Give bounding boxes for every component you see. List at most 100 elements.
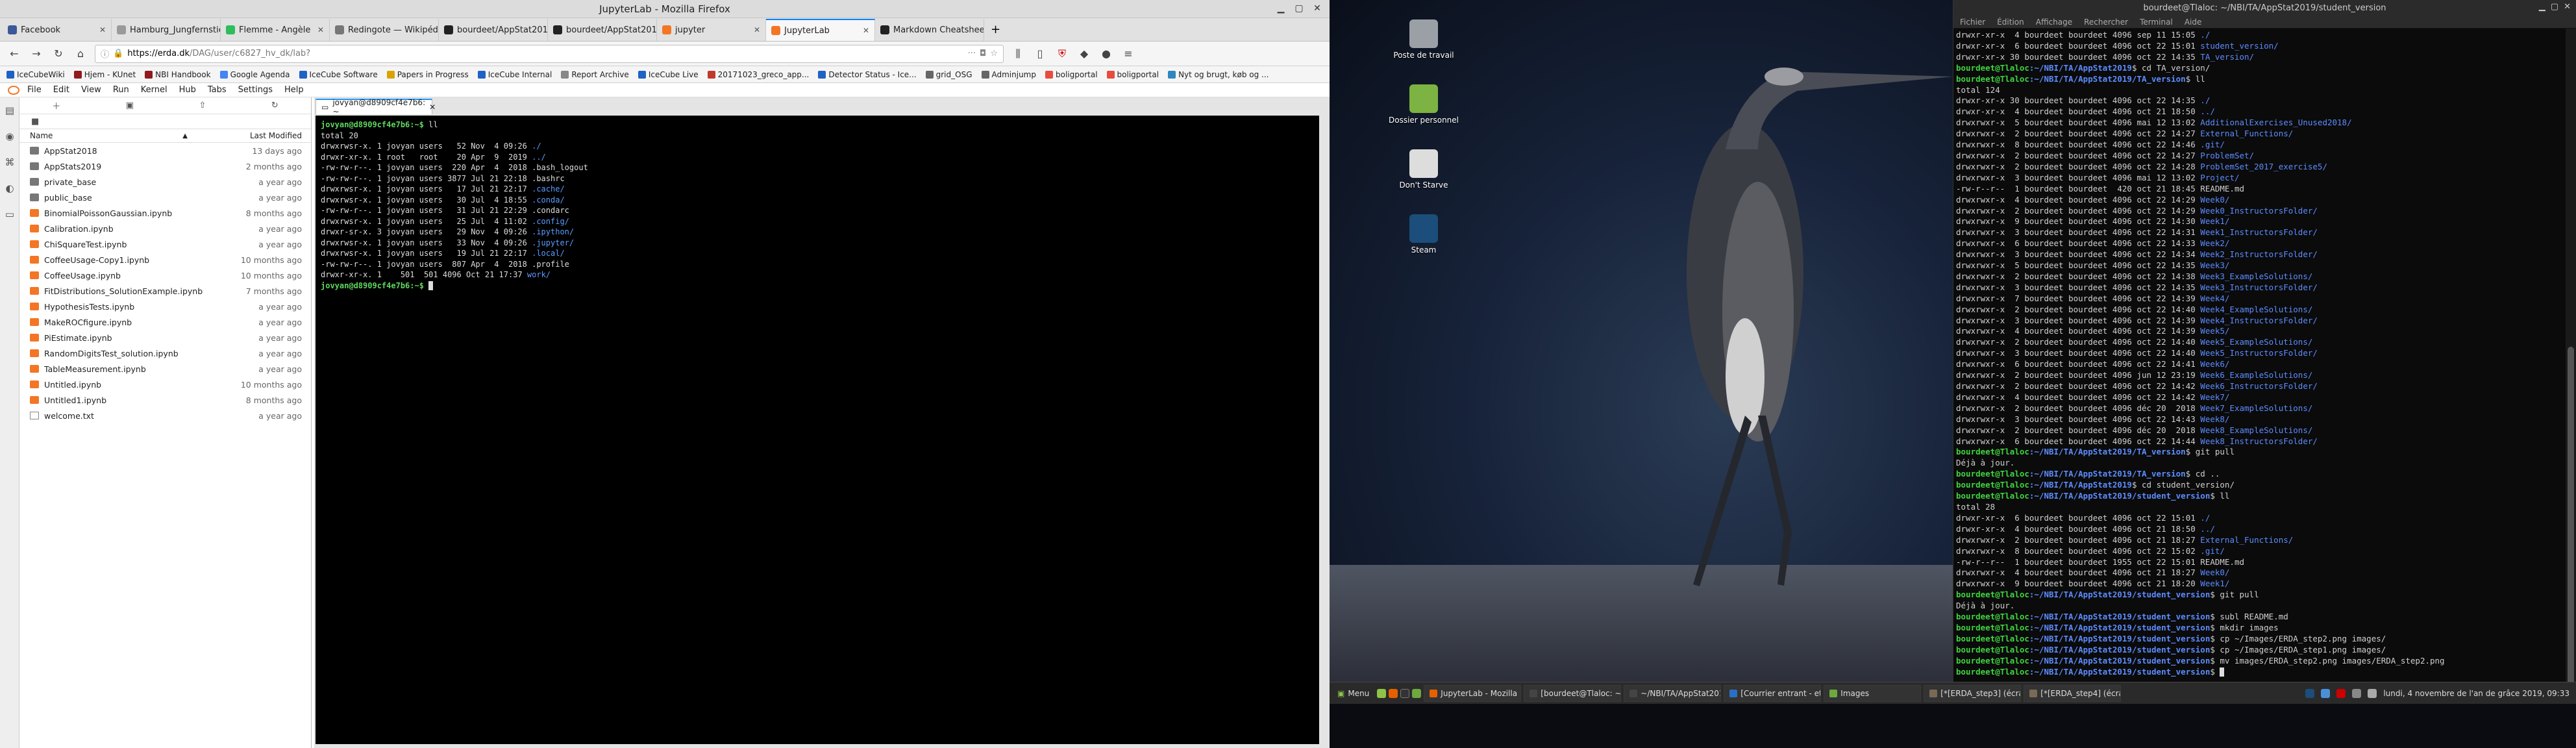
taskbar-window-button[interactable]: Images	[1824, 684, 1922, 702]
bookmark-item[interactable]: Adminjump	[981, 70, 1036, 79]
folder-icon[interactable]: ▤	[0, 97, 19, 123]
menu-item-run[interactable]: Run	[113, 85, 129, 95]
palette-icon[interactable]: ◐	[0, 175, 19, 201]
close-icon[interactable]: ✕	[2564, 2, 2571, 12]
reload-icon[interactable]: ↻	[51, 46, 66, 62]
file-row[interactable]: FitDistributions_SolutionExample.ipynb 7 …	[19, 283, 311, 299]
files-launcher-icon[interactable]	[1412, 688, 1422, 698]
bookmark-item[interactable]: Hjem - KUnet	[73, 70, 136, 79]
file-row[interactable]: HypothesisTests.ipynb a year ago	[19, 299, 311, 314]
home-icon[interactable]: ⌂	[73, 46, 88, 62]
file-row[interactable]: RandomDigitsTest_solution.ipynb a year ag…	[19, 345, 311, 361]
browser-tab[interactable]: bourdeet/AppStat2019: Repo...✕	[548, 19, 657, 41]
file-row[interactable]: private_base a year ago	[19, 174, 311, 190]
page-actions-icon[interactable]: ···	[968, 49, 976, 58]
new-launcher-icon[interactable]: ＋	[52, 99, 60, 112]
browser-tab[interactable]: Markdown Cheatsheet · ada...✕	[875, 19, 984, 41]
start-menu-button[interactable]: ▣ Menu	[1332, 685, 1374, 702]
maximize-icon[interactable]: ▢	[1293, 3, 1305, 14]
terminal-scrollbar[interactable]	[2566, 29, 2576, 697]
tab-close-icon[interactable]: ✕	[863, 26, 869, 35]
tab-close-icon[interactable]: ✕	[99, 25, 106, 34]
bookmark-star-icon[interactable]: ☆	[990, 49, 998, 58]
bookmark-item[interactable]: Papers in Progress	[386, 70, 469, 79]
terminal-output[interactable]: drwxr-xr-x 4 bourdeet bourdeet 4096 sep …	[1953, 29, 2566, 686]
bookmark-item[interactable]: IceCube Internal	[477, 70, 552, 79]
desktop-icon[interactable]: Dossier personnel	[1388, 84, 1459, 125]
shield-icon[interactable]: ⛨	[1054, 46, 1070, 62]
refresh-icon[interactable]: ↻	[271, 101, 279, 110]
scrollbar-thumb[interactable]	[2568, 347, 2574, 697]
file-row[interactable]: PiEstimate.ipynb a year ago	[19, 330, 311, 345]
desktop-icon[interactable]: Steam	[1388, 214, 1459, 255]
file-row[interactable]: CoffeeUsage-Copy1.ipynb 10 months ago	[19, 252, 311, 268]
file-row[interactable]: AppStat2018 13 days ago	[19, 143, 311, 158]
taskbar-window-button[interactable]: [*[ERDA_step4] (écra...	[2024, 684, 2122, 702]
file-row[interactable]: ChiSquareTest.ipynb a year ago	[19, 236, 311, 252]
file-row[interactable]: MakeROCfigure.ipynb a year ago	[19, 314, 311, 330]
minimize-icon[interactable]: ▁	[2539, 2, 2545, 12]
file-row[interactable]: Untitled.ipynb 10 months ago	[19, 377, 311, 392]
file-row[interactable]: CoffeeUsage.ipynb 10 months ago	[19, 268, 311, 283]
dropbox-tray-icon[interactable]	[2321, 688, 2331, 698]
bookmark-item[interactable]: boligportal	[1045, 70, 1098, 79]
forward-icon[interactable]: →	[29, 46, 44, 62]
file-row[interactable]: AppStats2019 2 months ago	[19, 158, 311, 174]
browser-tab[interactable]: Redingote — Wikipédia✕	[330, 19, 439, 41]
bookmark-item[interactable]: Detector Status - Ice...	[818, 70, 917, 79]
bookmark-item[interactable]: IceCube Software	[299, 70, 378, 79]
menu-item-settings[interactable]: Settings	[238, 85, 273, 95]
bookmark-item[interactable]: NBI Handbook	[145, 70, 211, 79]
menu-item-hub[interactable]: Hub	[179, 85, 196, 95]
tab-close-icon[interactable]: ✕	[754, 25, 760, 34]
terminal-tab[interactable]: ▭ jovyan@d8909cf4e7b6: ~ ✕	[316, 98, 436, 116]
sort-caret-icon[interactable]: ▲	[182, 132, 188, 140]
library-icon[interactable]: ⫼	[1010, 46, 1026, 62]
close-tab-icon[interactable]: ✕	[429, 103, 436, 112]
taskbar-window-button[interactable]: JupyterLab - Mozilla F...	[1424, 684, 1522, 702]
menu-item-kernel[interactable]: Kernel	[141, 85, 167, 95]
terminal-menu-item[interactable]: Édition	[1997, 18, 2024, 27]
desktop-icon[interactable]: Don't Starve	[1388, 149, 1459, 190]
menu-item-help[interactable]: Help	[284, 85, 304, 95]
bookmark-item[interactable]: IceCubeWiki	[6, 70, 65, 79]
desktop-icon[interactable]: Poste de travail	[1388, 19, 1459, 60]
info-icon[interactable]: ⓘ	[101, 47, 109, 60]
bookmark-item[interactable]: boligportal	[1106, 70, 1159, 79]
url-bar[interactable]: ⓘ 🔒 https://erda.dk/DAG/user/c6827_hv_dk…	[95, 44, 1004, 63]
browser-tab[interactable]: Flemme - Angèle ✕	[221, 19, 330, 41]
clock[interactable]: lundi, 4 novembre de l'an de grâce 2019,…	[2383, 689, 2570, 698]
name-column-header[interactable]: Name	[19, 131, 182, 140]
show-desktop-icon[interactable]	[1377, 688, 1387, 698]
tabs-icon[interactable]: ▭	[0, 201, 19, 227]
jupyter-terminal[interactable]: jovyan@d8909cf4e7b6:~$ ll total 20 drwxrws…	[316, 116, 1319, 744]
terminal-menu-item[interactable]: Affichage	[2036, 18, 2072, 27]
tab-close-icon[interactable]: ✕	[317, 25, 324, 34]
terminal-menu-item[interactable]: Aide	[2185, 18, 2202, 27]
taskbar-window-button[interactable]: [*[ERDA_step3] (écra...	[1924, 684, 2022, 702]
bookmark-item[interactable]: 20171023_greco_app...	[707, 70, 809, 79]
volume-tray-icon[interactable]	[2368, 688, 2377, 698]
menu-item-tabs[interactable]: Tabs	[208, 85, 227, 95]
menu-item-file[interactable]: File	[27, 85, 42, 95]
account-icon[interactable]: ●	[1098, 46, 1114, 62]
network-tray-icon[interactable]	[2352, 688, 2362, 698]
update-tray-icon[interactable]	[2336, 688, 2346, 698]
bookmark-item[interactable]: Nyt og brugt, køb og ...	[1168, 70, 1269, 79]
terminal-launcher-icon[interactable]	[1400, 688, 1410, 698]
taskbar-window-button[interactable]: [bourdeet@Tlaloc: ~/...	[1524, 684, 1622, 702]
upload-icon[interactable]: ⇧	[199, 101, 206, 110]
running-icon[interactable]: ◉	[0, 123, 19, 149]
file-row[interactable]: BinomialPoissonGaussian.ipynb 8 months ag…	[19, 205, 311, 221]
terminal-menu-item[interactable]: Fichier	[1960, 18, 1985, 27]
extension-icon[interactable]: ◆	[1076, 46, 1092, 62]
back-icon[interactable]: ←	[6, 46, 22, 62]
bookmark-item[interactable]: Report Archive	[561, 70, 629, 79]
new-folder-icon[interactable]: ▣	[126, 101, 134, 110]
terminal-menu-item[interactable]: Rechercher	[2084, 18, 2128, 27]
file-row[interactable]: welcome.txt a year ago	[19, 408, 311, 423]
steam-tray-icon[interactable]	[2305, 688, 2315, 698]
browser-tab[interactable]: jupyter ✕	[657, 19, 766, 41]
terminal-menu-item[interactable]: Terminal	[2140, 18, 2173, 27]
maximize-icon[interactable]: ▢	[2551, 2, 2558, 12]
